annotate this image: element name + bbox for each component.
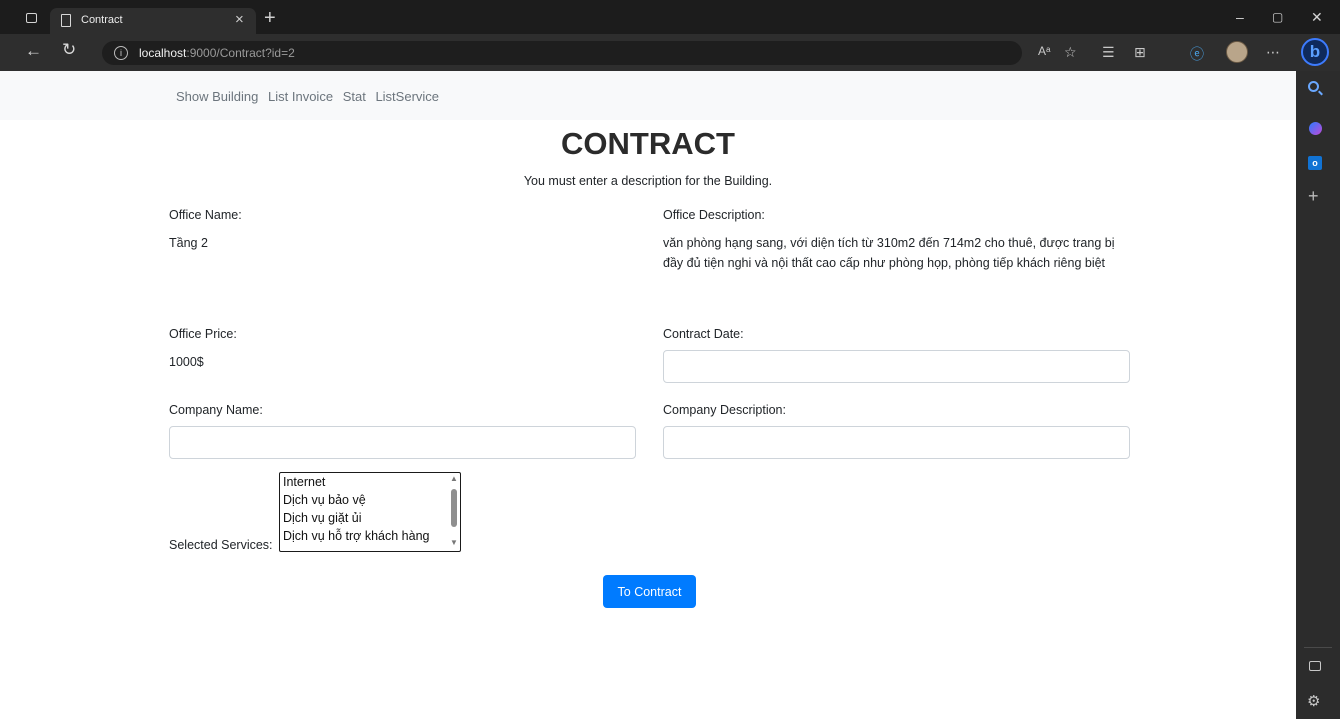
selected-services-label: Selected Services: bbox=[169, 538, 273, 552]
search-icon[interactable] bbox=[1308, 81, 1319, 92]
tab-contract[interactable]: Contract × bbox=[50, 8, 256, 34]
to-contract-button[interactable]: To Contract bbox=[603, 575, 696, 608]
page-navbar: Show Building List Invoice Stat ListServ… bbox=[0, 71, 1296, 120]
nav-links: Show Building List Invoice Stat ListServ… bbox=[176, 89, 445, 104]
page-subtitle: You must enter a description for the Bui… bbox=[523, 174, 773, 188]
profile-avatar[interactable] bbox=[1226, 41, 1248, 63]
outlook-icon[interactable]: o bbox=[1308, 156, 1322, 170]
company-description-label: Company Description: bbox=[663, 403, 786, 417]
page-icon bbox=[61, 14, 71, 27]
services-scrollbar[interactable]: ▲ ▼ bbox=[448, 474, 459, 550]
settings-icon[interactable]: ⚙ bbox=[1307, 692, 1320, 710]
new-tab-button[interactable]: + bbox=[264, 7, 276, 30]
office-price-label: Office Price: bbox=[169, 327, 237, 341]
office-name-value: Tầng 2 bbox=[169, 236, 208, 250]
minimize-button[interactable]: – bbox=[1236, 9, 1244, 25]
back-icon[interactable]: ← bbox=[25, 41, 42, 61]
refresh-icon[interactable]: ↻ bbox=[62, 40, 76, 60]
read-aloud-icon[interactable]: Aᵃ bbox=[1038, 44, 1050, 58]
service-option-customer-support[interactable]: Dịch vụ hỗ trợ khách hàng bbox=[280, 527, 460, 545]
nav-list-invoice[interactable]: List Invoice bbox=[268, 89, 333, 104]
office-description-value: văn phòng hạng sang, với diện tích từ 31… bbox=[663, 236, 1115, 270]
company-name-input[interactable] bbox=[169, 426, 636, 459]
tab-actions-icon[interactable] bbox=[26, 13, 37, 23]
service-option-security[interactable]: Dịch vụ bảo vệ bbox=[280, 491, 460, 509]
scroll-up-icon[interactable]: ▲ bbox=[450, 474, 458, 483]
more-icon[interactable]: ⋯ bbox=[1266, 44, 1280, 61]
url-text: localhost:9000/Contract?id=2 bbox=[139, 46, 295, 60]
contract-date-input[interactable] bbox=[663, 350, 1130, 383]
page-title: CONTRACT bbox=[561, 126, 735, 161]
services-listbox[interactable]: Internet Dịch vụ bảo vệ Dịch vụ giặt ủi … bbox=[279, 472, 461, 552]
scroll-thumb[interactable] bbox=[451, 489, 457, 527]
nav-list-service[interactable]: ListService bbox=[375, 89, 439, 104]
sidebar-divider bbox=[1304, 647, 1332, 648]
company-description-input[interactable] bbox=[663, 426, 1130, 459]
company-name-label: Company Name: bbox=[169, 403, 263, 417]
office-description-label: Office Description: bbox=[663, 208, 765, 222]
service-option-laundry[interactable]: Dịch vụ giặt ủi bbox=[280, 509, 460, 527]
service-option-internet[interactable]: Internet bbox=[280, 473, 460, 491]
edge-icon[interactable]: ⓔ bbox=[1190, 44, 1204, 64]
copilot-sidebar-icon[interactable] bbox=[1309, 122, 1322, 135]
url-path: :9000/Contract?id=2 bbox=[186, 46, 295, 60]
restore-button[interactable]: ▢ bbox=[1272, 10, 1283, 24]
browser-titlebar: Contract × + – ▢ ✕ bbox=[0, 0, 1340, 34]
browser-sidebar: o + ⚙ bbox=[1296, 71, 1340, 719]
favorites-icon[interactable]: ☰ bbox=[1102, 44, 1115, 61]
info-icon[interactable]: i bbox=[114, 46, 128, 60]
copilot-icon[interactable]: b bbox=[1301, 38, 1329, 66]
contract-date-label: Contract Date: bbox=[663, 327, 744, 341]
panel-icon[interactable] bbox=[1309, 661, 1321, 671]
nav-show-building[interactable]: Show Building bbox=[176, 89, 258, 104]
scroll-down-icon[interactable]: ▼ bbox=[450, 538, 458, 547]
add-favorite-icon[interactable]: ☆ bbox=[1064, 44, 1077, 61]
tab-title: Contract bbox=[81, 14, 123, 26]
url-host: localhost bbox=[139, 46, 187, 60]
add-icon[interactable]: + bbox=[1308, 186, 1319, 207]
close-window-button[interactable]: ✕ bbox=[1311, 9, 1323, 26]
url-field[interactable]: i localhost:9000/Contract?id=2 bbox=[102, 41, 1022, 65]
tab-close-icon[interactable]: × bbox=[235, 11, 244, 28]
collections-icon[interactable]: ⊞ bbox=[1134, 44, 1146, 61]
nav-stat[interactable]: Stat bbox=[343, 89, 366, 104]
office-price-value: 1000$ bbox=[169, 355, 204, 369]
office-name-label: Office Name: bbox=[169, 208, 242, 222]
